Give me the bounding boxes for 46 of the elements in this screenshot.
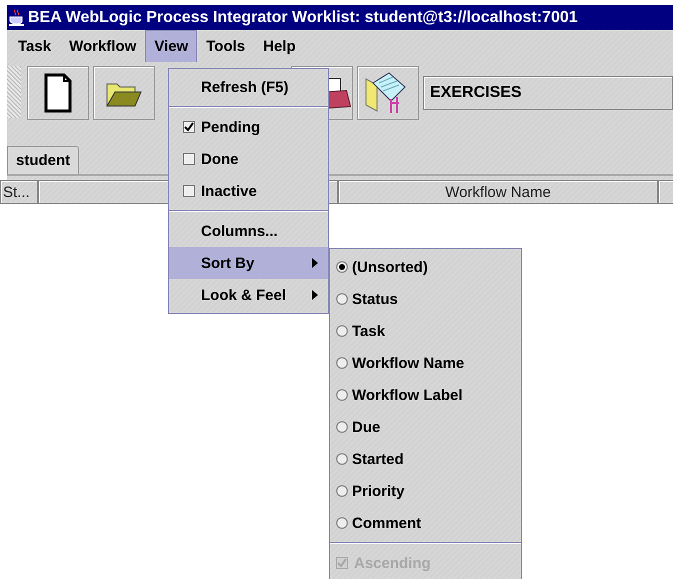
menu-item[interactable]: Pending bbox=[201, 118, 260, 136]
toolbar-button[interactable] bbox=[27, 66, 89, 120]
radio-button[interactable] bbox=[336, 517, 348, 529]
window-title: BEA WebLogic Process Integrator Worklist: student@t3://localhost:7001 bbox=[28, 8, 578, 26]
menu-item[interactable]: (Unsorted) bbox=[352, 258, 428, 276]
menu-title[interactable]: View bbox=[145, 30, 198, 62]
menu-item[interactable]: Priority bbox=[352, 482, 405, 500]
menu-item[interactable]: Due bbox=[352, 418, 380, 436]
radio-button[interactable] bbox=[336, 389, 348, 401]
radio-button[interactable] bbox=[336, 357, 348, 369]
checkbox[interactable] bbox=[182, 153, 194, 165]
menu-title[interactable]: Task bbox=[9, 30, 60, 62]
submenu-arrow-icon bbox=[312, 258, 318, 268]
toolbar-grip[interactable] bbox=[7, 66, 21, 118]
menu-item[interactable]: Comment bbox=[352, 514, 422, 532]
menu-item[interactable]: Workflow Label bbox=[352, 386, 463, 404]
checkbox[interactable] bbox=[182, 121, 194, 133]
organization-field[interactable]: EXERCISES bbox=[423, 76, 673, 110]
menu-item[interactable]: Done bbox=[201, 150, 238, 168]
radio-button[interactable] bbox=[336, 485, 348, 497]
menu-item[interactable]: Started bbox=[352, 450, 404, 468]
menu-item[interactable]: Inactive bbox=[201, 182, 257, 200]
submenu-arrow-icon bbox=[312, 290, 318, 300]
menu-item[interactable]: Status bbox=[352, 290, 398, 308]
toolbar-button[interactable] bbox=[93, 66, 155, 120]
menu-title[interactable]: Tools bbox=[197, 30, 254, 62]
menu-title[interactable]: Help bbox=[254, 30, 305, 62]
radio-button[interactable] bbox=[336, 421, 348, 433]
column-header[interactable]: Workflow Name bbox=[338, 180, 658, 204]
menu-item[interactable]: Columns... bbox=[169, 215, 328, 247]
new-document-icon bbox=[44, 73, 72, 113]
coffee-cup-icon bbox=[9, 8, 25, 26]
menu-title[interactable]: Workflow bbox=[60, 30, 146, 62]
column-header[interactable]: St... bbox=[0, 180, 38, 204]
submenu-item[interactable]: Sort By bbox=[169, 247, 328, 279]
toolbar-button[interactable] bbox=[357, 66, 419, 120]
radio-button[interactable] bbox=[336, 325, 348, 337]
checkbox[interactable] bbox=[182, 185, 194, 197]
radio-button[interactable] bbox=[336, 453, 348, 465]
tab[interactable]: student bbox=[7, 146, 80, 174]
submenu-item[interactable]: Look & Feel bbox=[169, 279, 328, 311]
menu-item[interactable]: Refresh (F5) bbox=[169, 71, 328, 103]
radio-button[interactable] bbox=[336, 293, 348, 305]
radio-button[interactable] bbox=[336, 261, 348, 273]
menu-item[interactable]: Task bbox=[352, 322, 386, 340]
menu-item[interactable]: Workflow Name bbox=[352, 354, 464, 372]
